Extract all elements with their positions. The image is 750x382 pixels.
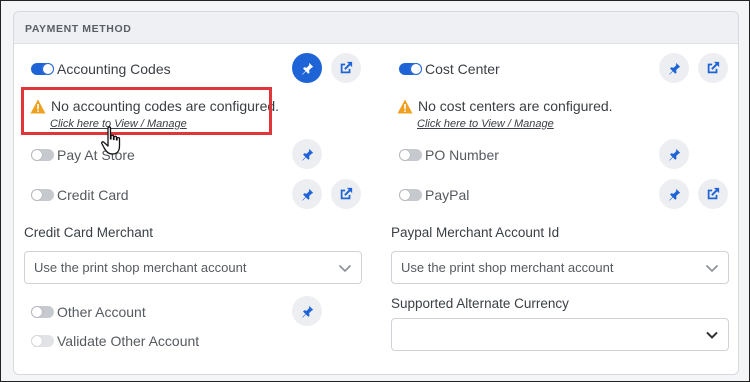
- alternate-currency-select[interactable]: [391, 318, 729, 351]
- accounting-codes-label: Accounting Codes: [57, 61, 171, 77]
- credit-card-merchant-label: Credit Card Merchant: [24, 225, 154, 240]
- pin-icon: [301, 305, 313, 318]
- section-title: PAYMENT METHOD: [25, 23, 132, 35]
- warning-icon: [397, 99, 413, 114]
- pin-icon: [668, 188, 680, 201]
- paypal-open-button[interactable]: [698, 179, 728, 209]
- accounting-codes-toggle[interactable]: [31, 63, 54, 75]
- cost-center-warning: No cost centers are configured.: [418, 98, 613, 114]
- cost-center-label: Cost Center: [425, 61, 500, 77]
- pay-at-store-pin-button[interactable]: [292, 139, 322, 169]
- paypal-merchant-label: Paypal Merchant Account Id: [391, 225, 560, 240]
- credit-card-toggle[interactable]: [31, 189, 54, 201]
- alternate-currency-label: Supported Alternate Currency: [391, 296, 569, 311]
- external-link-icon: [707, 61, 720, 74]
- cost-center-toggle[interactable]: [399, 63, 422, 75]
- cost-center-manage-link[interactable]: Click here to View / Manage: [417, 118, 554, 130]
- po-number-label: PO Number: [425, 147, 499, 163]
- cost-center-open-button[interactable]: [698, 53, 728, 83]
- chevron-down-icon: [338, 264, 352, 273]
- pay-at-store-toggle[interactable]: [31, 149, 54, 161]
- external-link-icon: [340, 61, 353, 74]
- external-link-icon: [340, 187, 353, 200]
- validate-other-account-label: Validate Other Account: [57, 333, 200, 349]
- external-link-icon: [707, 187, 720, 200]
- validate-other-account-toggle[interactable]: [31, 335, 54, 347]
- po-number-toggle[interactable]: [399, 149, 422, 161]
- hand-pointer-cursor: [101, 126, 121, 155]
- other-account-label: Other Account: [57, 304, 146, 320]
- paypal-merchant-select[interactable]: Use the print shop merchant account: [391, 251, 729, 284]
- other-account-toggle[interactable]: [31, 306, 54, 318]
- credit-card-pin-button[interactable]: [292, 179, 322, 209]
- other-account-pin-button[interactable]: [292, 296, 322, 326]
- paypal-toggle[interactable]: [399, 189, 422, 201]
- paypal-pin-button[interactable]: [659, 179, 689, 209]
- highlight-annotation: [21, 87, 272, 135]
- chevron-down-icon: [705, 264, 719, 273]
- pin-icon: [668, 148, 680, 161]
- pin-icon: [668, 62, 680, 75]
- credit-card-merchant-value: Use the print shop merchant account: [34, 260, 247, 275]
- credit-card-label: Credit Card: [57, 187, 129, 203]
- cost-center-pin-button[interactable]: [659, 53, 689, 83]
- window-frame: PAYMENT METHOD Accounting Codes No accou…: [0, 0, 750, 382]
- credit-card-merchant-select[interactable]: Use the print shop merchant account: [24, 251, 362, 284]
- pin-icon: [301, 148, 313, 161]
- accounting-codes-pin-button[interactable]: [292, 53, 322, 83]
- chevron-down-icon: [706, 331, 718, 339]
- card-header: PAYMENT METHOD: [14, 12, 738, 44]
- pin-icon: [301, 188, 313, 201]
- paypal-merchant-value: Use the print shop merchant account: [401, 260, 614, 275]
- accounting-codes-open-button[interactable]: [331, 53, 361, 83]
- paypal-label: PayPal: [425, 187, 470, 203]
- payment-method-card: PAYMENT METHOD Accounting Codes No accou…: [13, 11, 739, 375]
- po-number-pin-button[interactable]: [659, 139, 689, 169]
- credit-card-open-button[interactable]: [331, 179, 361, 209]
- pin-icon: [301, 62, 313, 75]
